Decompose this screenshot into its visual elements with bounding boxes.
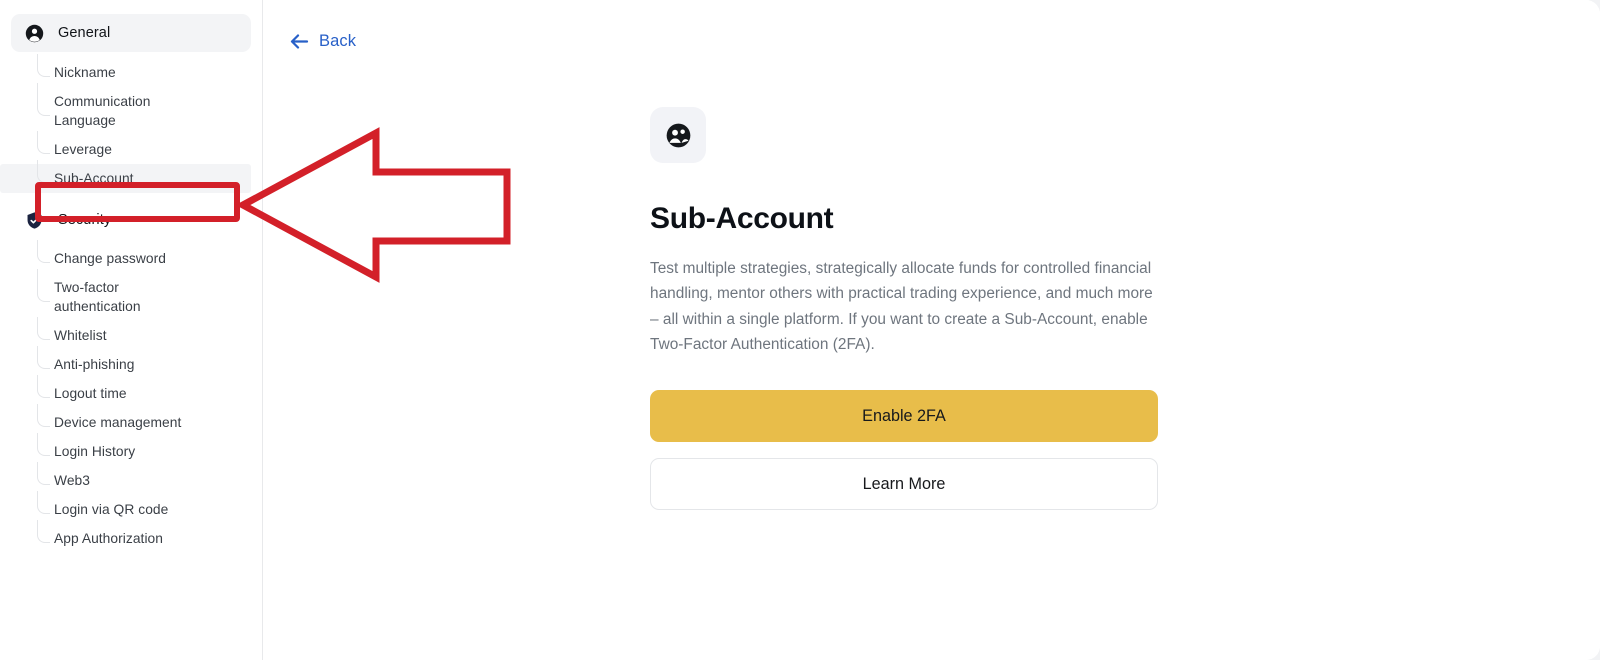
sidebar-item-label: General <box>58 25 111 41</box>
settings-sidebar: General Nickname Communication Language … <box>0 0 263 660</box>
sidebar-item-two-factor-authentication[interactable]: Two-factor authentication <box>0 269 262 321</box>
sidebar-item-label: Whitelist <box>54 328 107 343</box>
sidebar-section-security: Security Change password Two-factor auth… <box>0 201 262 553</box>
sidebar-item-label: Device management <box>54 415 182 430</box>
page-title: Sub-Account <box>650 202 834 235</box>
sidebar-item-general[interactable]: General <box>11 14 251 52</box>
sidebar-item-label: Two-factor authentication <box>54 280 141 314</box>
sidebar-item-sub-account[interactable]: Sub-Account <box>0 160 251 193</box>
main-content: Back Sub-Account Test multiple strategie… <box>263 0 1600 660</box>
sidebar-item-label: Change password <box>54 251 166 266</box>
sidebar-item-label: Anti-phishing <box>54 357 135 372</box>
sidebar-item-label: App Authorization <box>54 531 164 546</box>
sidebar-item-label: Logout time <box>54 386 127 401</box>
learn-more-button[interactable]: Learn More <box>650 458 1158 511</box>
sidebar-section-general: General Nickname Communication Language … <box>0 14 262 193</box>
sidebar-item-label: Login History <box>54 444 136 459</box>
sidebar-children-security: Change password Two-factor authenticatio… <box>0 240 262 553</box>
back-button[interactable]: Back <box>290 32 356 51</box>
sidebar-item-label: Web3 <box>54 473 90 488</box>
user-circle-icon <box>25 24 44 43</box>
sidebar-item-label: Security <box>58 212 112 228</box>
arrow-left-icon <box>290 34 309 49</box>
sidebar-item-label: Communication Language <box>54 94 151 128</box>
feature-badge <box>650 107 706 163</box>
sidebar-item-security[interactable]: Security <box>11 201 251 239</box>
sidebar-item-label: Sub-Account <box>54 171 134 186</box>
sidebar-item-label: Login via QR code <box>54 502 169 517</box>
sidebar-children-general: Nickname Communication Language Leverage… <box>0 54 262 193</box>
back-button-label: Back <box>319 32 357 50</box>
sidebar-item-app-authorization[interactable]: App Authorization <box>0 520 262 553</box>
sidebar-item-label: Nickname <box>54 65 116 80</box>
shield-check-icon <box>25 211 44 230</box>
sub-account-users-icon <box>665 122 692 149</box>
sidebar-item-communication-language[interactable]: Communication Language <box>0 83 262 135</box>
panel-description: Test multiple strategies, strategically … <box>650 260 1153 353</box>
sidebar-item-label: Leverage <box>54 142 112 157</box>
sub-account-panel: Sub-Account Test multiple strategies, st… <box>650 107 1170 511</box>
settings-page: General Nickname Communication Language … <box>0 0 1600 660</box>
enable-2fa-button[interactable]: Enable 2FA <box>650 390 1158 443</box>
